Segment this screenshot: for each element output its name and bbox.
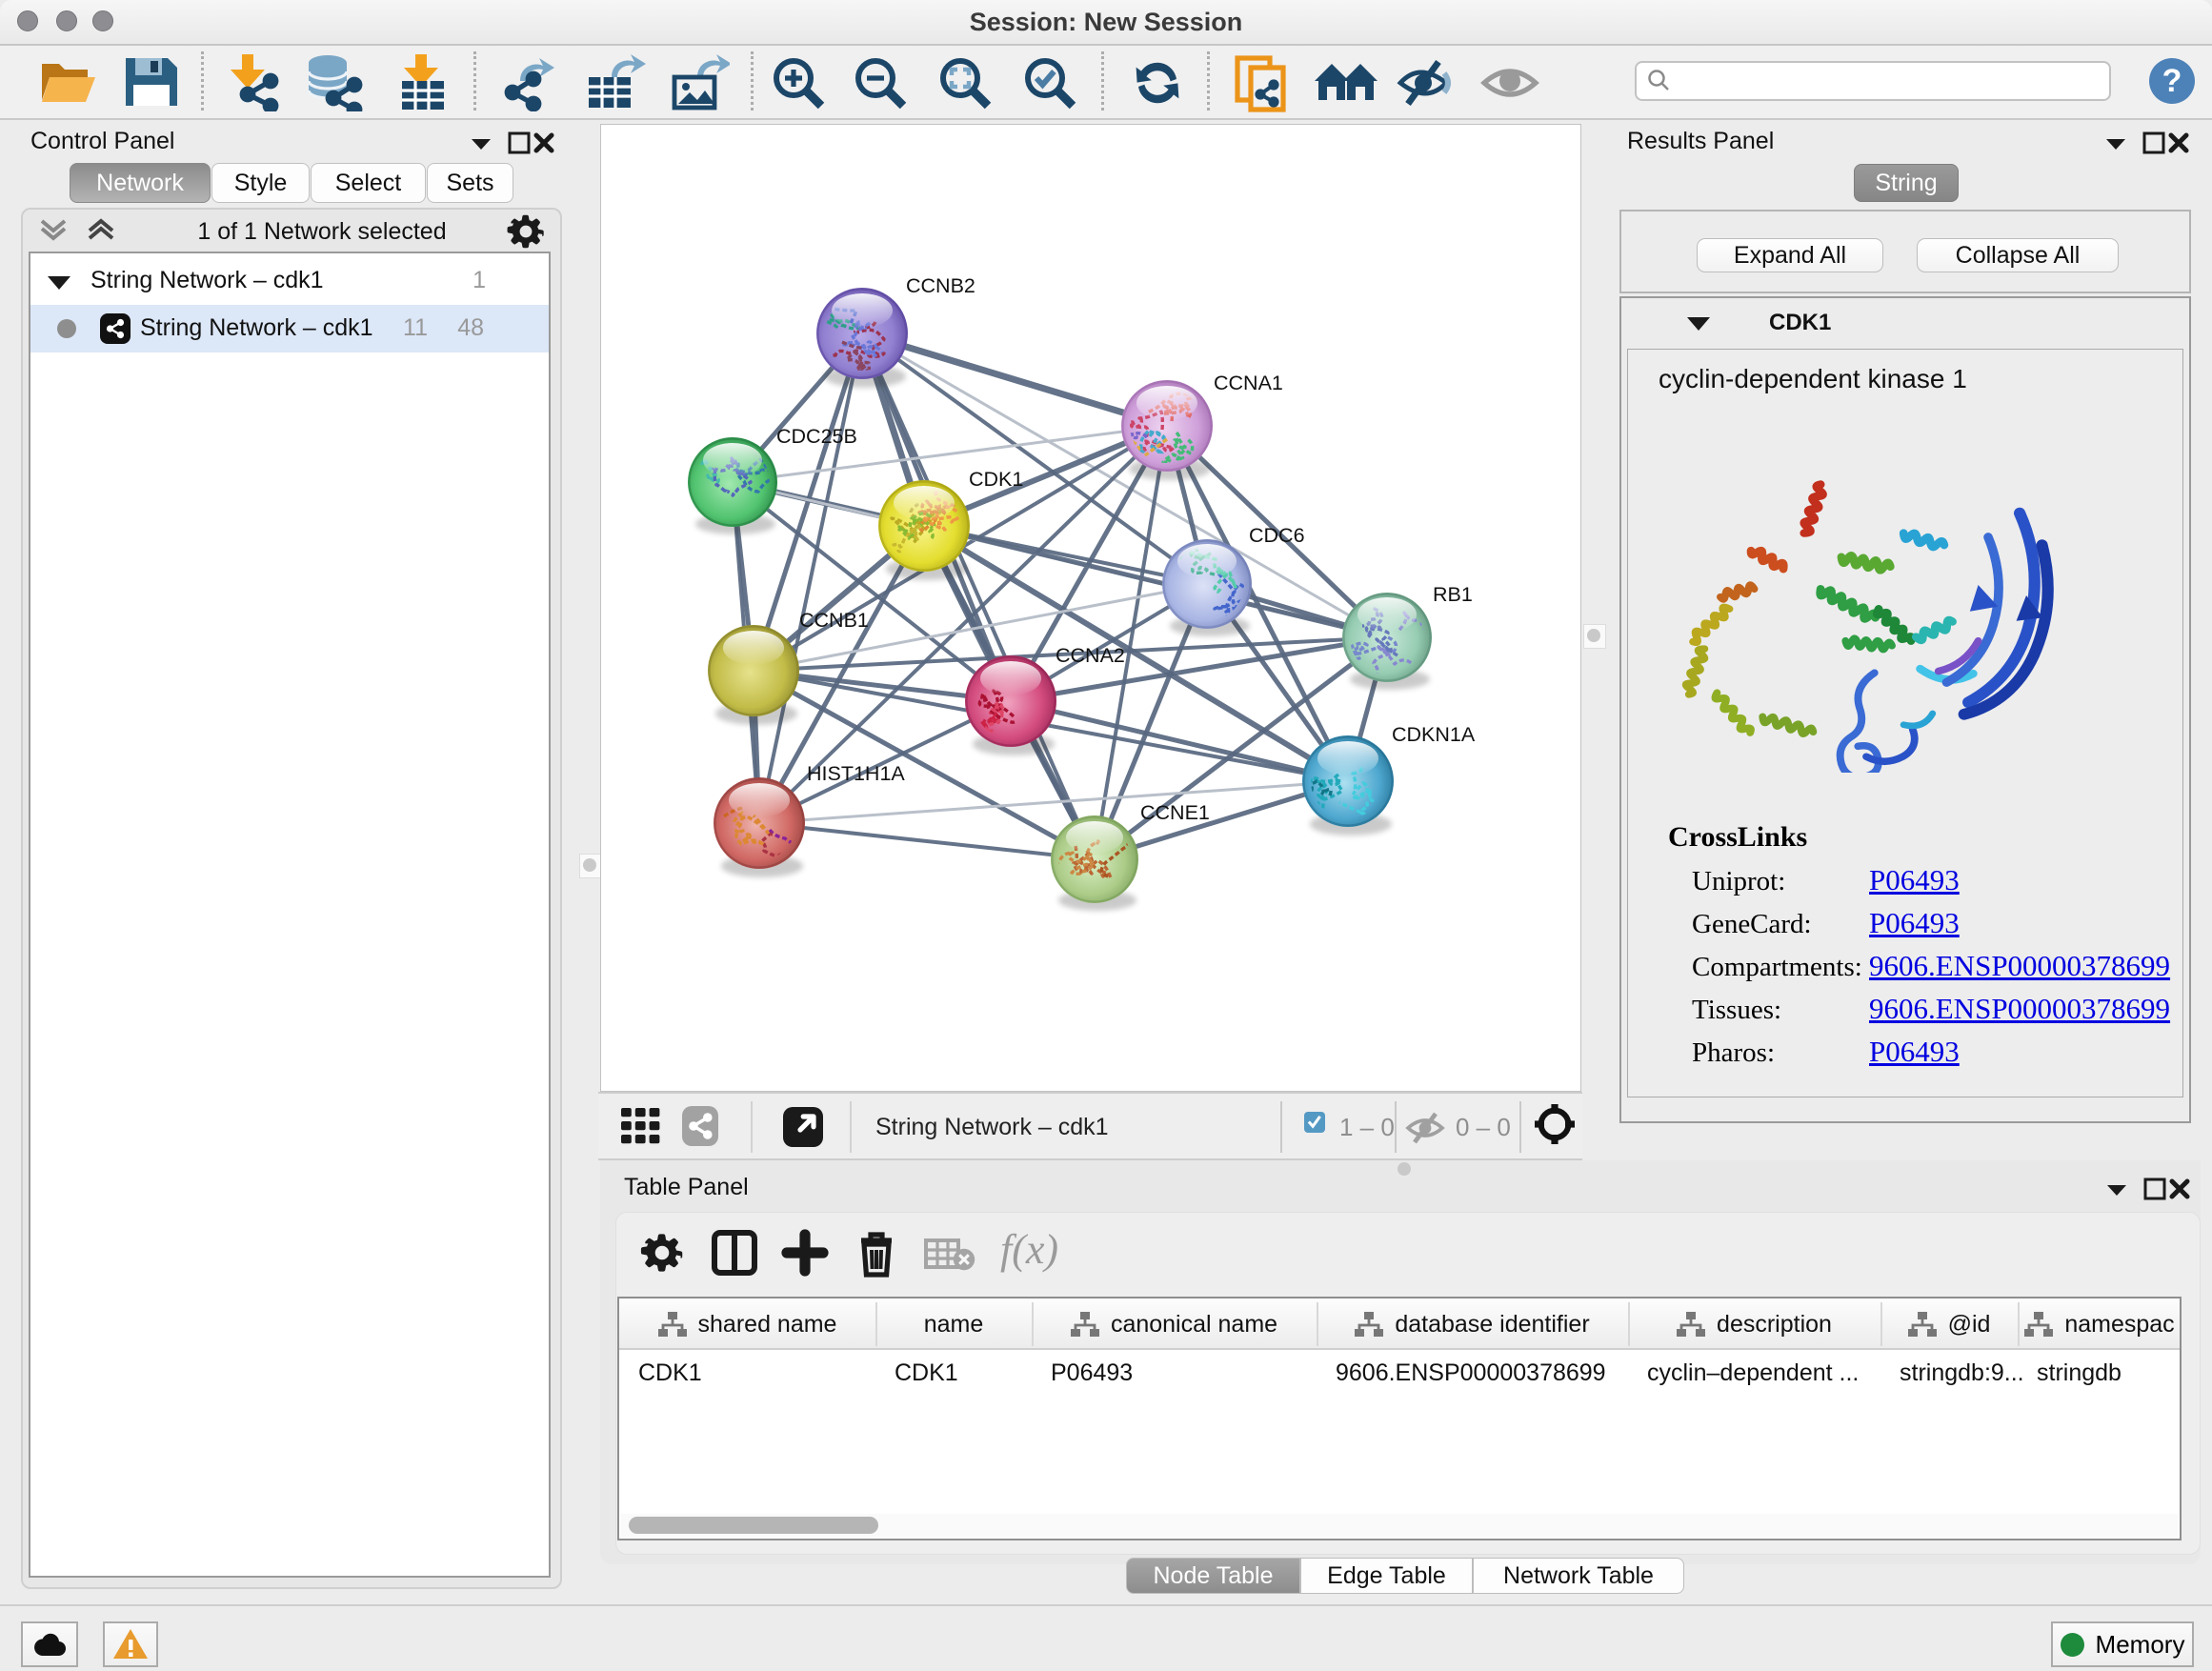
svg-text:CDC25B: CDC25B xyxy=(776,425,857,448)
svg-text:CCNB1: CCNB1 xyxy=(799,609,869,632)
svg-text:CCNB2: CCNB2 xyxy=(906,274,975,297)
svg-text:HIST1H1A: HIST1H1A xyxy=(807,762,905,785)
svg-text:CDK1: CDK1 xyxy=(969,468,1023,491)
svg-text:CCNA1: CCNA1 xyxy=(1214,372,1283,394)
svg-text:CCNA2: CCNA2 xyxy=(1056,644,1125,667)
svg-text:CCNE1: CCNE1 xyxy=(1140,801,1210,824)
svg-text:CDKN1A: CDKN1A xyxy=(1392,723,1476,746)
svg-text:CDC6: CDC6 xyxy=(1249,524,1305,547)
svg-text:RB1: RB1 xyxy=(1433,583,1473,606)
